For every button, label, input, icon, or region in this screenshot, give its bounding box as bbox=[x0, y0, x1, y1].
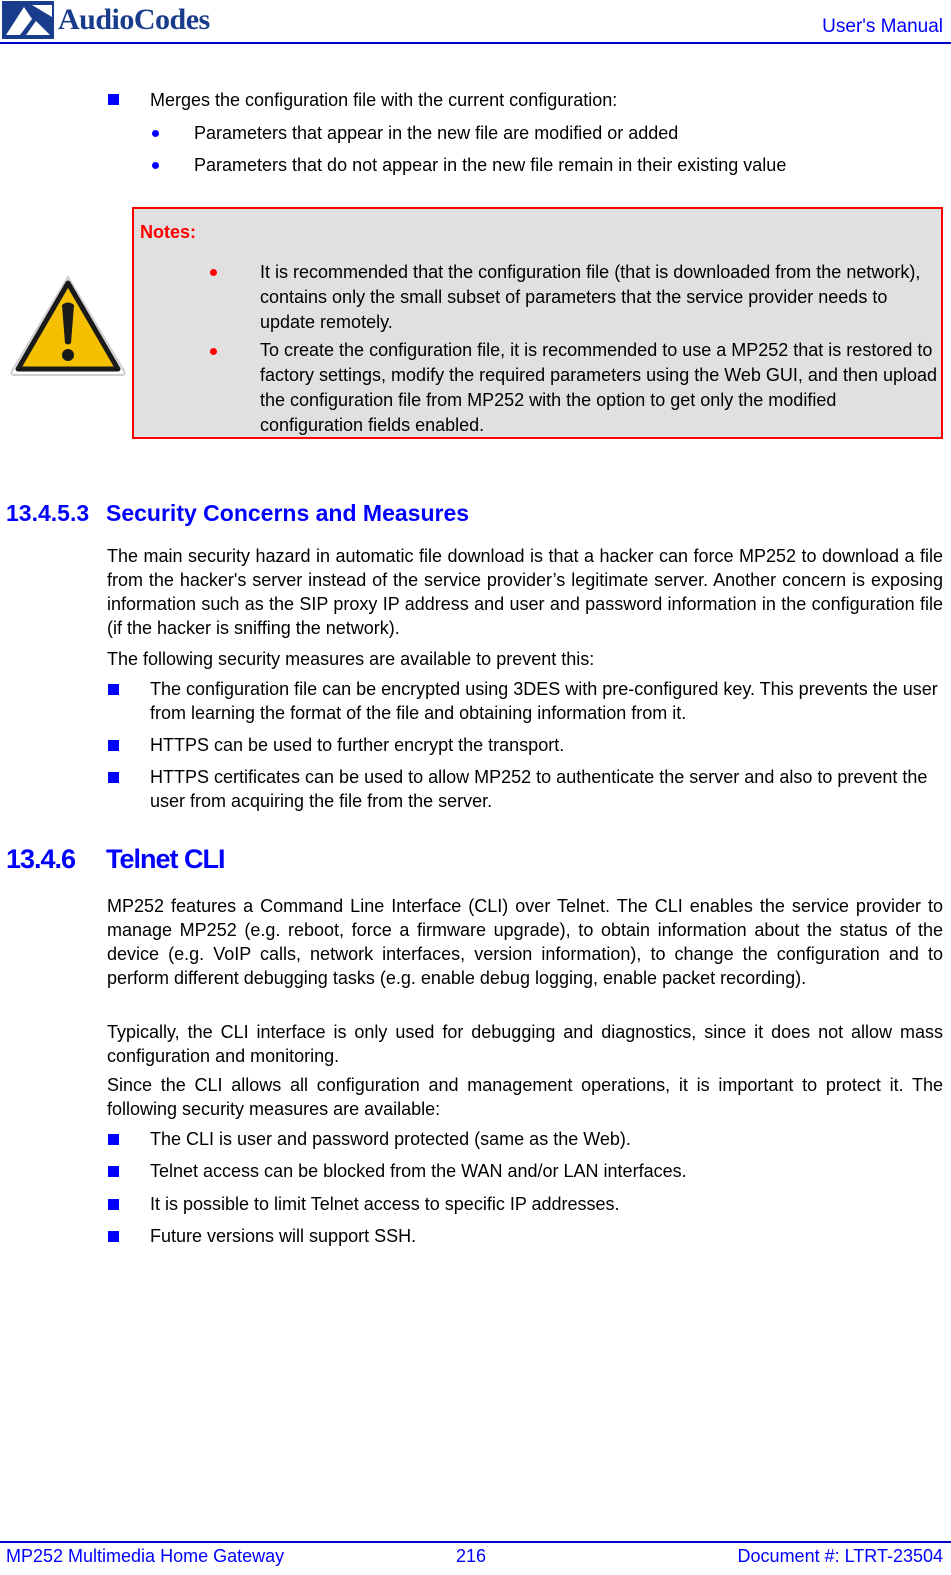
section-heading-security: 13.4.5.3 Security Concerns and Measures bbox=[6, 500, 469, 527]
section-number: 13.4.6 bbox=[6, 844, 76, 874]
square-bullet-icon bbox=[108, 684, 119, 695]
page-number: 216 bbox=[456, 1546, 487, 1566]
footer-divider bbox=[0, 1541, 951, 1543]
list-item: Merges the configuration file with the c… bbox=[150, 90, 618, 110]
list-item: The configuration file can be encrypted … bbox=[150, 679, 938, 723]
sub-list-item: Parameters that appear in the new file a… bbox=[194, 123, 679, 143]
paragraph: Typically, the CLI interface is only use… bbox=[107, 1022, 943, 1066]
list-item: The CLI is user and password protected (… bbox=[150, 1129, 631, 1149]
list-item: It is possible to limit Telnet access to… bbox=[150, 1194, 620, 1214]
warning-triangle-icon bbox=[10, 275, 126, 376]
sub-list-item: Parameters that do not appear in the new… bbox=[194, 155, 787, 175]
square-bullet-icon bbox=[108, 1166, 119, 1177]
logo-text: AudioCodes bbox=[58, 3, 210, 36]
list-item: HTTPS can be used to further encrypt the… bbox=[150, 735, 565, 755]
list-item: HTTPS certificates can be used to allow … bbox=[150, 767, 928, 811]
list-item: Telnet access can be blocked from the WA… bbox=[150, 1161, 687, 1181]
section-heading-telnet: 13.4.6 Telnet CLI bbox=[6, 844, 226, 875]
notes-box: Notes: It is recommended that the config… bbox=[132, 207, 943, 439]
square-bullet-icon bbox=[108, 1199, 119, 1210]
header-title: User's Manual bbox=[822, 16, 943, 37]
note-item: To create the configuration file, it is … bbox=[260, 340, 938, 435]
section-number: 13.4.5.3 bbox=[6, 500, 90, 526]
note-item: It is recommended that the configuration… bbox=[260, 262, 921, 332]
red-bullet-icon bbox=[210, 269, 217, 276]
paragraph: MP252 features a Command Line Interface … bbox=[107, 896, 943, 988]
section-title: Security Concerns and Measures bbox=[106, 500, 470, 526]
square-bullet-icon bbox=[108, 94, 119, 105]
square-bullet-icon bbox=[108, 1231, 119, 1242]
footer-product: MP252 Multimedia Home Gateway bbox=[6, 1546, 285, 1566]
paragraph: The main security hazard in automatic fi… bbox=[107, 546, 943, 638]
audiocodes-logo: AudioCodes bbox=[2, 0, 210, 40]
square-bullet-icon bbox=[108, 740, 119, 751]
header-divider bbox=[0, 42, 951, 44]
page-header: AudioCodes User's Manual bbox=[0, 0, 951, 44]
paragraph: Since the CLI allows all configuration a… bbox=[107, 1075, 943, 1119]
red-bullet-icon bbox=[210, 348, 217, 355]
dot-bullet-icon bbox=[152, 162, 159, 169]
paragraph: The following security measures are avai… bbox=[107, 649, 595, 669]
notes-title: Notes: bbox=[140, 222, 197, 242]
footer-document-number: Document #: LTRT-23504 bbox=[737, 1546, 943, 1566]
square-bullet-icon bbox=[108, 772, 119, 783]
list-item: Future versions will support SSH. bbox=[150, 1226, 417, 1246]
audiocodes-logo-mark-icon bbox=[2, 1, 54, 39]
dot-bullet-icon bbox=[152, 130, 159, 137]
section-title: Telnet CLI bbox=[106, 844, 226, 874]
square-bullet-icon bbox=[108, 1134, 119, 1145]
